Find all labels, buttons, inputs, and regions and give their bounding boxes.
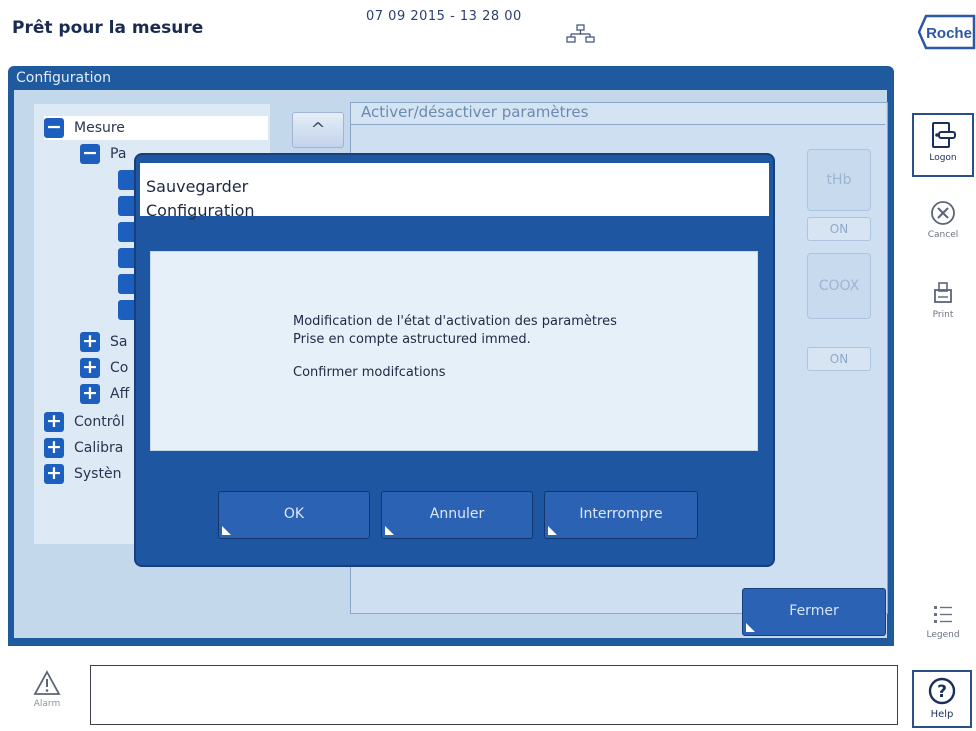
expand-icon[interactable]: +: [44, 412, 64, 432]
cancel-icon: [931, 201, 955, 225]
scroll-up-button[interactable]: ^: [292, 112, 344, 148]
svg-text:?: ?: [937, 682, 947, 702]
close-button-label: Fermer: [789, 603, 839, 619]
datetime-display: 07 09 2015 - 13 28 00: [366, 9, 522, 24]
tree-item-label: Mesure: [74, 120, 125, 136]
close-button[interactable]: Fermer: [742, 588, 886, 636]
roche-wordmark: Roche: [926, 25, 972, 42]
print-label: Print: [932, 310, 954, 320]
dialog-title-line1: Sauvegarder: [146, 177, 249, 196]
tree-item-aff[interactable]: + Aff: [80, 382, 129, 406]
network-icon: [566, 24, 596, 44]
legend-icon: [934, 606, 952, 623]
cancel-tool-button[interactable]: Cancel: [912, 200, 974, 240]
expand-icon[interactable]: +: [44, 438, 64, 458]
logon-button[interactable]: Logon: [912, 113, 974, 177]
tree-item-systeme[interactable]: + Systèn: [44, 462, 121, 486]
tree-node-icon: [118, 248, 138, 268]
param-tile-coox[interactable]: COOX: [807, 253, 871, 319]
expand-icon[interactable]: +: [44, 464, 64, 484]
help-label: Help: [930, 709, 954, 720]
annuler-button-label: Annuler: [429, 506, 485, 522]
param-toggle-coox[interactable]: ON: [807, 347, 871, 371]
tree-item-label: Sa: [110, 334, 128, 350]
tree-item-sa[interactable]: + Sa: [80, 330, 127, 354]
button-corner-marker: [746, 623, 755, 632]
logon-label: Logon: [929, 153, 957, 163]
dialog-message-line1: Modification de l'état d'activation des …: [293, 314, 617, 329]
alarm-label: Alarm: [33, 699, 61, 709]
tree-item-label: Co: [110, 360, 129, 376]
help-icon: ?: [928, 677, 956, 705]
legend-label: Legend: [926, 630, 960, 640]
parameters-panel-header: Activer/désactiver paramètres: [351, 103, 885, 125]
tree-item-calibration[interactable]: + Calibra: [44, 436, 123, 460]
tree-node-icon: [118, 300, 138, 320]
tree-item-controle[interactable]: + Contrôl: [44, 410, 125, 434]
tree-node-icon: [118, 170, 138, 190]
expand-icon[interactable]: +: [80, 332, 100, 352]
tree-item-label: Systèn: [74, 466, 122, 482]
status-title: Prêt pour la mesure: [12, 18, 204, 38]
button-corner-marker: [222, 526, 231, 535]
dialog-titlebar: Sauvegarder Configuration: [140, 163, 769, 220]
expand-icon[interactable]: +: [80, 384, 100, 404]
alarm-button[interactable]: Alarm: [22, 670, 72, 726]
print-icon: [934, 282, 952, 303]
button-corner-marker: [548, 526, 557, 535]
dialog-message-area: Modification de l'état d'activation des …: [150, 251, 758, 451]
tree-node-icon: [118, 196, 138, 216]
ok-button-label: OK: [283, 506, 305, 522]
dialog-message-line2: Prise en compte astructured immed.: [293, 332, 531, 347]
print-button[interactable]: Print: [912, 280, 974, 320]
alarm-warning-icon: [33, 670, 61, 695]
button-corner-marker: [385, 526, 394, 535]
tree-item-label: Aff: [110, 386, 130, 402]
param-toggle-thb[interactable]: ON: [807, 217, 871, 241]
param-tile-thb[interactable]: tHb: [807, 149, 871, 211]
tree-node-icon: [118, 222, 138, 242]
roche-logo: Roche: [917, 14, 976, 50]
ok-button[interactable]: OK: [218, 491, 370, 539]
tree-item-mesure[interactable]: − Mesure: [44, 116, 268, 140]
save-configuration-dialog: Sauvegarder Configuration Modification d…: [136, 155, 773, 565]
help-button[interactable]: ? Help: [912, 670, 972, 728]
logon-icon: [932, 122, 956, 148]
tree-item-label: Contrôl: [74, 414, 125, 430]
tree-node-icon: [118, 274, 138, 294]
legend-button[interactable]: Legend: [912, 604, 974, 640]
tree-item-label: Pa: [110, 146, 127, 162]
interrompre-button-label: Interrompre: [579, 506, 663, 522]
dialog-message-line3: Confirmer modifcations: [293, 365, 446, 380]
configuration-title: Configuration: [16, 70, 111, 86]
collapse-icon[interactable]: −: [80, 144, 100, 164]
interrompre-button[interactable]: Interrompre: [544, 491, 698, 539]
message-box: [90, 665, 898, 725]
annuler-button[interactable]: Annuler: [381, 491, 533, 539]
expand-icon[interactable]: +: [80, 358, 100, 378]
dialog-title-line2: Configuration: [146, 201, 255, 220]
collapse-icon[interactable]: −: [44, 118, 64, 138]
tree-item-label: Calibra: [74, 440, 124, 456]
tree-item-co[interactable]: + Co: [80, 356, 128, 380]
tree-item-parametres[interactable]: − Pa: [80, 142, 126, 166]
cancel-tool-label: Cancel: [927, 230, 959, 240]
